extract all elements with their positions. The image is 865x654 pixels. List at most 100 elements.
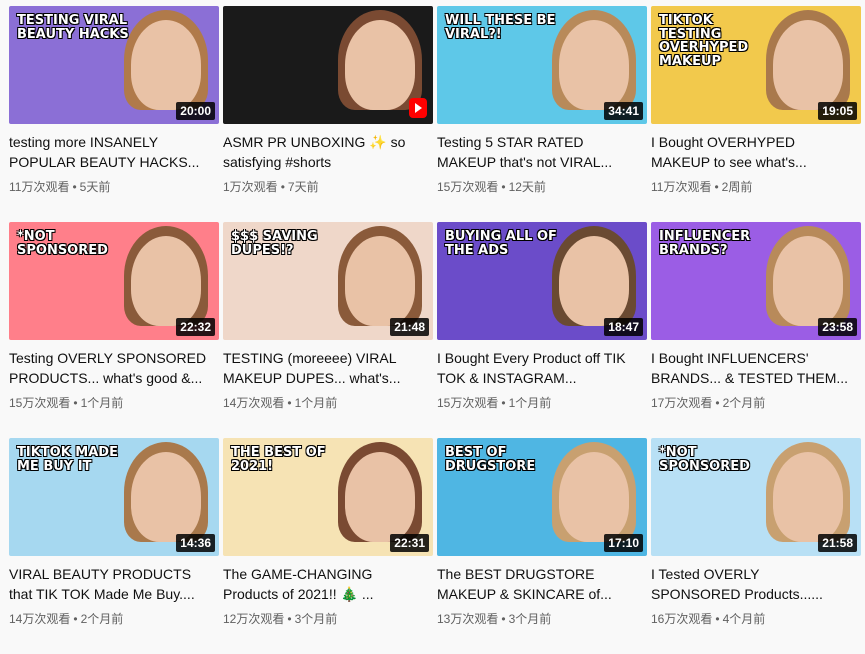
video-title[interactable]: TESTING (moreeee) VIRAL MAKEUP DUPES... … — [223, 348, 433, 388]
separator-dot: • — [287, 612, 292, 626]
video-metadata: 15万次观看 • 1个月前 — [9, 394, 219, 412]
separator-dot: • — [287, 396, 292, 410]
video-duration-badge: 21:48 — [390, 318, 429, 336]
video-thumbnail[interactable]: WILL THESE BE VIRAL?! 34:41 — [437, 6, 647, 124]
video-title[interactable]: testing more INSANELY POPULAR BEAUTY HAC… — [9, 132, 219, 172]
thumbnail-overlay-text: *NOT SPONSORED — [17, 229, 108, 258]
video-title[interactable]: I Bought OVERHYPED MAKEUP to see what's.… — [651, 132, 861, 172]
upload-age: 3个月前 — [294, 612, 338, 626]
video-duration-badge: 18:47 — [604, 318, 643, 336]
thumbnail-person-face — [773, 236, 843, 326]
thumbnail-overlay-text: THE BEST OF 2021! — [231, 445, 326, 474]
video-title[interactable]: ASMR PR UNBOXING ✨ so satisfying #shorts — [223, 132, 433, 172]
separator-dot: • — [73, 612, 78, 626]
video-duration-badge: 17:10 — [604, 534, 643, 552]
video-thumbnail[interactable]: INFLUENCER BRANDS? 23:58 — [651, 222, 861, 340]
separator-dot: • — [715, 396, 720, 410]
video-title[interactable]: The GAME-CHANGING Products of 2021!! 🎄 .… — [223, 564, 433, 604]
video-card[interactable]: *NOT SPONSORED 22:32 Testing OVERLY SPONSO… — [9, 222, 219, 438]
video-metadata: 1万次观看 • 7天前 — [223, 178, 433, 196]
video-card[interactable]: $$$ SAVING DUPES!? 21:48 TESTING (moreeee)… — [223, 222, 433, 438]
view-count: 15万次观看 — [437, 396, 499, 410]
thumbnail-person-face — [131, 236, 201, 326]
view-count: 14万次观看 — [223, 396, 285, 410]
separator-dot: • — [715, 612, 720, 626]
shorts-icon — [409, 98, 427, 118]
view-count: 11万次观看 — [9, 180, 70, 194]
video-thumbnail[interactable]: BEST OF DRUGSTORE 17:10 — [437, 438, 647, 556]
video-card[interactable]: BUYING ALL OF THE ADS 18:47 I Bought Every… — [437, 222, 647, 438]
video-thumbnail[interactable]: TikTok MADE ME BUY IT 14:36 — [9, 438, 219, 556]
thumbnail-overlay-text: testing viral BEAUTY HACKS — [17, 13, 129, 42]
video-metadata: 16万次观看 • 4个月前 — [651, 610, 861, 628]
thumbnail-person-face — [559, 452, 629, 542]
upload-age: 4个月前 — [722, 612, 766, 626]
thumbnail-person-face — [131, 452, 201, 542]
video-card[interactable]: *NOT SPONSORED 21:58 I Tested OVERLY SPONS… — [651, 438, 861, 654]
video-card[interactable]: TikTok TESTING OVERHYPED MAKEUP 19:05 I Bo… — [651, 6, 861, 222]
video-thumbnail[interactable]: THE BEST OF 2021! 22:31 — [223, 438, 433, 556]
video-thumbnail[interactable] — [223, 6, 433, 124]
thumbnail-overlay-text: WILL THESE BE VIRAL?! — [445, 13, 556, 42]
video-title[interactable]: I Bought Every Product off TIK TOK & INS… — [437, 348, 647, 388]
video-title[interactable]: VIRAL BEAUTY PRODUCTS that TIK TOK Made … — [9, 564, 219, 604]
thumbnail-overlay-text: INFLUENCER BRANDS? — [659, 229, 751, 258]
upload-age: 1个月前 — [80, 396, 124, 410]
thumbnail-person-face — [559, 20, 629, 110]
video-title[interactable]: Testing 5 STAR RATED MAKEUP that's not V… — [437, 132, 647, 172]
upload-age: 12天前 — [508, 180, 546, 194]
separator-dot: • — [73, 396, 78, 410]
thumbnail-person-face — [773, 452, 843, 542]
video-metadata: 11万次观看 • 2周前 — [651, 178, 861, 196]
thumbnail-person-face — [345, 236, 415, 326]
view-count: 15万次观看 — [437, 180, 499, 194]
thumbnail-overlay-text: $$$ SAVING DUPES!? — [231, 229, 318, 258]
upload-age: 2个月前 — [722, 396, 766, 410]
view-count: 16万次观看 — [651, 612, 713, 626]
thumbnail-person-face — [131, 20, 201, 110]
video-title[interactable]: Testing OVERLY SPONSORED PRODUCTS... wha… — [9, 348, 219, 388]
video-thumbnail[interactable]: testing viral BEAUTY HACKS 20:00 — [9, 6, 219, 124]
video-card[interactable]: ASMR PR UNBOXING ✨ so satisfying #shorts… — [223, 6, 433, 222]
video-title[interactable]: The BEST DRUGSTORE MAKEUP & SKINCARE of.… — [437, 564, 647, 604]
video-metadata: 11万次观看 • 5天前 — [9, 178, 219, 196]
video-metadata: 14万次观看 • 2个月前 — [9, 610, 219, 628]
thumbnail-person-face — [559, 236, 629, 326]
video-title[interactable]: I Tested OVERLY SPONSORED Products...... — [651, 564, 861, 604]
video-card[interactable]: BEST OF DRUGSTORE 17:10 The BEST DRUGSTORE… — [437, 438, 647, 654]
video-card[interactable]: WILL THESE BE VIRAL?! 34:41 Testing 5 STAR… — [437, 6, 647, 222]
view-count: 15万次观看 — [9, 396, 71, 410]
upload-age: 1个月前 — [508, 396, 552, 410]
upload-age: 2个月前 — [80, 612, 124, 626]
video-card[interactable]: testing viral BEAUTY HACKS 20:00 testing m… — [9, 6, 219, 222]
video-metadata: 17万次观看 • 2个月前 — [651, 394, 861, 412]
thumbnail-person-face — [345, 20, 415, 110]
separator-dot: • — [72, 180, 77, 194]
thumbnail-overlay-text: TikTok TESTING OVERHYPED MAKEUP — [659, 13, 749, 69]
upload-age: 2周前 — [721, 180, 753, 194]
video-title[interactable]: I Bought INFLUENCERS' BRANDS... & TESTED… — [651, 348, 861, 388]
video-duration-badge: 22:31 — [390, 534, 429, 552]
thumbnail-overlay-text: *NOT SPONSORED — [659, 445, 750, 474]
video-thumbnail[interactable]: TikTok TESTING OVERHYPED MAKEUP 19:05 — [651, 6, 861, 124]
video-duration-badge: 34:41 — [604, 102, 643, 120]
video-thumbnail[interactable]: *NOT SPONSORED 22:32 — [9, 222, 219, 340]
thumbnail-person-face — [773, 20, 843, 110]
video-metadata: 14万次观看 • 1个月前 — [223, 394, 433, 412]
view-count: 12万次观看 — [223, 612, 285, 626]
video-duration-badge: 21:58 — [818, 534, 857, 552]
video-thumbnail[interactable]: *NOT SPONSORED 21:58 — [651, 438, 861, 556]
video-duration-badge: 19:05 — [818, 102, 857, 120]
separator-dot: • — [501, 180, 506, 194]
video-metadata: 12万次观看 • 3个月前 — [223, 610, 433, 628]
video-card[interactable]: THE BEST OF 2021! 22:31 The GAME-CHANGING … — [223, 438, 433, 654]
video-card[interactable]: INFLUENCER BRANDS? 23:58 I Bought INFLUENC… — [651, 222, 861, 438]
upload-age: 7天前 — [287, 180, 319, 194]
video-card[interactable]: TikTok MADE ME BUY IT 14:36 VIRAL BEAUTY P… — [9, 438, 219, 654]
thumbnail-overlay-text: BUYING ALL OF THE ADS — [445, 229, 557, 258]
view-count: 1万次观看 — [223, 180, 278, 194]
video-thumbnail[interactable]: $$$ SAVING DUPES!? 21:48 — [223, 222, 433, 340]
view-count: 11万次观看 — [651, 180, 712, 194]
video-thumbnail[interactable]: BUYING ALL OF THE ADS 18:47 — [437, 222, 647, 340]
video-duration-badge: 22:32 — [176, 318, 215, 336]
